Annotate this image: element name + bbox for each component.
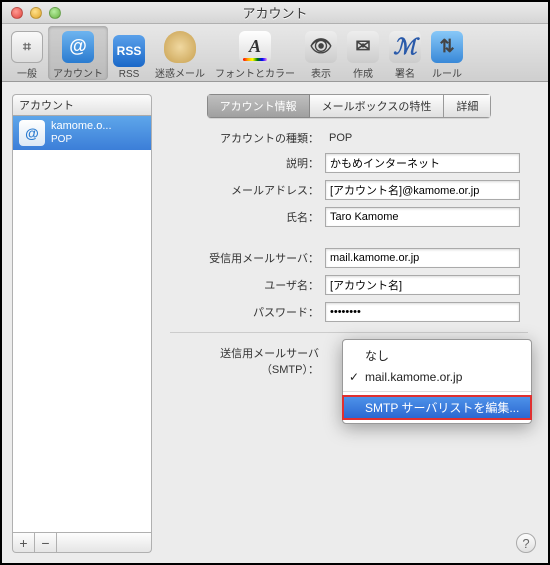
fullname-input[interactable] <box>325 207 520 227</box>
rules-icon: ⇅ <box>431 31 463 63</box>
username-input[interactable] <box>325 275 520 295</box>
tab-account-info[interactable]: アカウント情報 <box>207 94 310 118</box>
username-label: ユーザ名： <box>170 277 325 293</box>
accounts-sidebar: アカウント @ kamome.o... POP + − <box>12 94 152 553</box>
remove-account-button[interactable]: − <box>35 533 57 552</box>
menu-separator <box>343 391 531 392</box>
divider <box>170 332 528 333</box>
account-item-kamome[interactable]: @ kamome.o... POP <box>13 116 151 150</box>
smtp-option-none[interactable]: なし <box>343 344 531 367</box>
font-icon: A <box>239 31 271 63</box>
description-label: 説明： <box>170 155 325 171</box>
description-input[interactable] <box>325 153 520 173</box>
toolbar-rss[interactable]: RSS RSS <box>108 26 150 80</box>
account-name: kamome.o... <box>51 120 112 133</box>
toolbar-accounts[interactable]: @ アカウント <box>48 26 108 80</box>
signature-icon: ℳ <box>389 31 421 63</box>
view-icon: 👁 <box>305 31 337 63</box>
at-icon: @ <box>62 31 94 63</box>
switch-icon: ⌗ <box>11 31 43 63</box>
smtp-label: 送信用メールサーバ（SMTP）： <box>170 345 325 377</box>
toolbar-general[interactable]: ⌗ 一般 <box>6 26 48 80</box>
toolbar-composing[interactable]: ✉ 作成 <box>342 26 384 80</box>
toolbar-signatures[interactable]: ℳ 署名 <box>384 26 426 80</box>
compose-icon: ✉ <box>347 31 379 63</box>
accounts-list[interactable]: @ kamome.o... POP <box>12 116 152 533</box>
toolbar-junk[interactable]: 迷惑メール <box>150 26 210 80</box>
account-type-label: アカウントの種類： <box>170 130 325 146</box>
incoming-server-input[interactable] <box>325 248 520 268</box>
add-account-button[interactable]: + <box>13 533 35 552</box>
email-label: メールアドレス： <box>170 182 325 198</box>
email-input[interactable] <box>325 180 520 200</box>
account-type: POP <box>51 134 112 146</box>
sidebar-header: アカウント <box>12 94 152 116</box>
sidebar-buttons: + − <box>12 533 152 553</box>
content-area: アカウント @ kamome.o... POP + − アカウント情報 <box>2 84 548 563</box>
smtp-dropdown-menu[interactable]: なし mail.kamome.or.jp SMTP サーバリストを編集... <box>342 339 532 424</box>
main-panel: アカウント情報 メールボックスの特性 詳細 アカウントの種類： POP 説明： … <box>160 94 538 553</box>
titlebar: アカウント <box>2 2 548 24</box>
toolbar-fonts[interactable]: A フォントとカラー <box>210 26 300 80</box>
toolbar-viewing[interactable]: 👁 表示 <box>300 26 342 80</box>
preferences-window: アカウント ⌗ 一般 @ アカウント RSS RSS 迷惑メール A フォントと… <box>0 0 550 565</box>
account-type-value: POP <box>325 132 352 144</box>
tab-mailbox-behaviors[interactable]: メールボックスの特性 <box>310 94 445 118</box>
toolbar: ⌗ 一般 @ アカウント RSS RSS 迷惑メール A フォントとカラー 👁 … <box>2 24 548 82</box>
tab-advanced[interactable]: 詳細 <box>444 94 491 118</box>
smtp-option-edit-list[interactable]: SMTP サーバリストを編集... <box>343 396 531 419</box>
incoming-server-label: 受信用メールサーバ： <box>170 250 325 266</box>
password-label: パスワード： <box>170 304 325 320</box>
help-button[interactable]: ? <box>516 533 536 553</box>
account-at-icon: @ <box>19 120 45 146</box>
tabs: アカウント情報 メールボックスの特性 詳細 <box>160 94 538 118</box>
smtp-option-server[interactable]: mail.kamome.or.jp <box>343 367 531 387</box>
window-title: アカウント <box>2 3 548 22</box>
toolbar-rules[interactable]: ⇅ ルール <box>426 26 468 80</box>
fullname-label: 氏名： <box>170 209 325 225</box>
password-input[interactable] <box>325 302 520 322</box>
junk-icon <box>164 31 196 63</box>
rss-icon: RSS <box>113 35 145 67</box>
